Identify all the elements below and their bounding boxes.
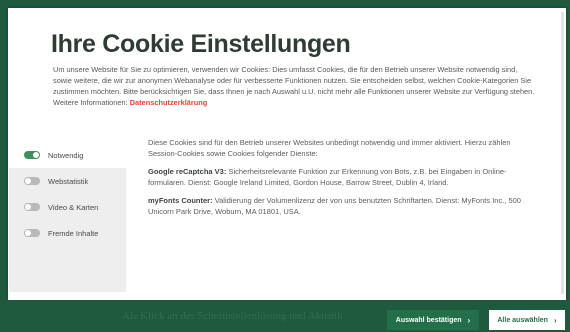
toggle-switch-webstatistik[interactable] <box>24 177 40 185</box>
dialog-scrollbar[interactable] <box>561 12 564 294</box>
sidebar-item-webstatistik[interactable]: Webstatistik <box>9 168 126 194</box>
dialog-header: Ihre Cookie Einstellungen Um unsere Webs… <box>8 8 566 144</box>
toggle-knob <box>33 152 39 158</box>
toggle-knob <box>25 178 31 184</box>
chevron-right-icon: › <box>467 315 471 325</box>
toggle-switch-video-karten[interactable] <box>24 203 40 211</box>
service-entry-myfonts: myFonts Counter: Validierung der Volumen… <box>148 195 533 217</box>
chevron-right-icon: › <box>553 315 557 325</box>
background-page-text: Als Klick an der Schnittstellenlösung un… <box>122 310 343 322</box>
sidebar-item-label: Fremde Inhalte <box>48 228 99 238</box>
sidebar-item-notwendig[interactable]: Notwendig <box>9 142 126 168</box>
category-description: Diese Cookies sind für den Betrieb unser… <box>148 138 511 158</box>
sidebar-item-label: Notwendig <box>48 150 84 160</box>
footer-bar: Als Klick an der Schnittstellenlösung un… <box>0 300 570 332</box>
toggle-switch-fremde-inhalte[interactable] <box>24 229 40 237</box>
service-entry-recaptcha: Google reCaptcha V3: Sicherheitsrelevant… <box>148 166 533 188</box>
intro-paragraph: Um unsere Website für Sie zu optimieren,… <box>53 65 535 107</box>
service-name: myFonts Counter: <box>148 196 213 205</box>
select-all-label: Alle auswählen <box>497 316 548 324</box>
toggle-knob <box>25 204 31 210</box>
toggle-knob <box>25 230 31 236</box>
toggle-switch-notwendig[interactable] <box>24 151 40 159</box>
category-sidebar: Notwendig Webstatistik Video & Karten Fr… <box>9 142 126 292</box>
sidebar-item-video-karten[interactable]: Video & Karten <box>9 194 126 220</box>
sidebar-item-fremde-inhalte[interactable]: Fremde Inhalte <box>9 220 126 246</box>
dialog-title: Ihre Cookie Einstellungen <box>51 30 351 58</box>
confirm-selection-label: Auswahl bestätigen <box>395 316 462 324</box>
privacy-policy-link[interactable]: Datenschutzerklärung <box>130 98 208 107</box>
select-all-button[interactable]: Alle auswählen › <box>489 310 565 330</box>
sidebar-item-label: Video & Karten <box>48 202 99 212</box>
sidebar-item-label: Webstatistik <box>48 176 89 186</box>
service-name: Google reCaptcha V3: <box>148 167 227 176</box>
confirm-selection-button[interactable]: Auswahl bestätigen › <box>387 310 479 330</box>
category-content: Diese Cookies sind für den Betrieb unser… <box>148 137 533 224</box>
intro-text: Um unsere Website für Sie zu optimieren,… <box>53 64 538 108</box>
